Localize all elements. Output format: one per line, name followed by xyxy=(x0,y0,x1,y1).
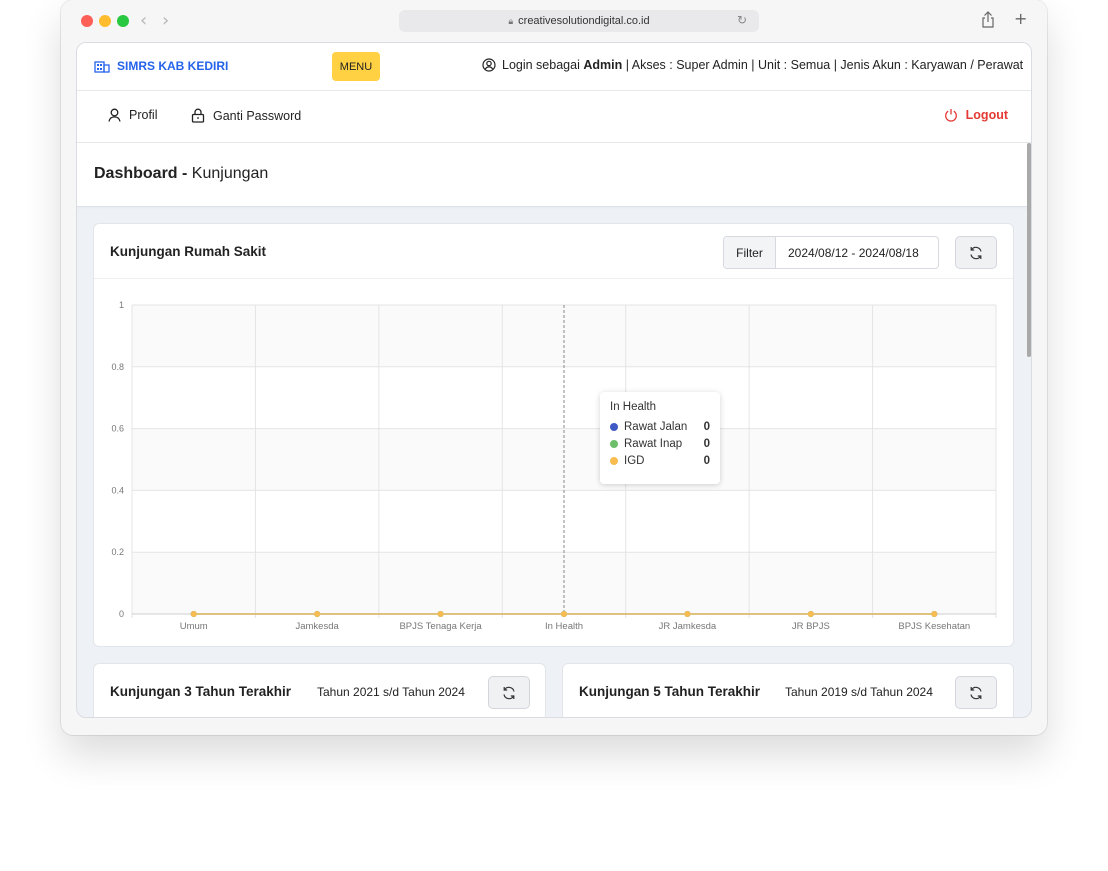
change-password-label: Ganti Password xyxy=(213,108,302,123)
tooltip-series-name: Rawat Jalan xyxy=(624,420,688,433)
series-color-dot xyxy=(610,439,618,448)
filter-button[interactable]: Filter xyxy=(724,237,776,268)
address-bar[interactable]: 🔒︎ creativesolutiondigital.co.id ↻ xyxy=(399,10,759,32)
maximize-window-button[interactable] xyxy=(117,15,129,27)
visits-5-years-card: Kunjungan 5 Tahun Terakhir Tahun 2019 s/… xyxy=(562,663,1014,717)
user-icon xyxy=(108,108,121,122)
back-arrow-icon[interactable]: ‹ xyxy=(140,10,147,31)
y-tick-label: 0 xyxy=(119,609,124,619)
y-tick-label: 0.4 xyxy=(111,485,124,495)
tooltip-row: IGD 0 xyxy=(610,452,710,469)
page-title: Dashboard - Kunjungan xyxy=(94,165,269,182)
y-tick-label: 0.8 xyxy=(111,362,124,372)
tooltip-series-name: IGD xyxy=(624,454,645,467)
data-point xyxy=(807,611,814,617)
refresh-icon xyxy=(503,686,515,699)
data-point xyxy=(931,611,938,617)
profile-label: Profil xyxy=(129,108,158,122)
x-tick-label: Jamkesda xyxy=(295,621,339,632)
logout-label: Logout xyxy=(965,108,1008,122)
browser-window: ‹ › 🔒︎ creativesolutiondigital.co.id ↻ +… xyxy=(61,0,1047,735)
brand-name: SIMRS KAB KEDIRI xyxy=(117,59,229,73)
hospital-visits-card: Kunjungan Rumah Sakit Filter 2024/08/12 … xyxy=(93,223,1014,647)
login-user: Admin xyxy=(583,58,623,72)
year-range: Tahun 2019 s/d Tahun 2024 xyxy=(785,685,933,699)
login-prefix: Login sebagai xyxy=(502,58,580,72)
year-range: Tahun 2021 s/d Tahun 2024 xyxy=(317,685,465,699)
date-filter: Filter 2024/08/12 - 2024/08/18 xyxy=(723,236,939,269)
page-header: Dashboard - Kunjungan xyxy=(77,143,1029,207)
data-point xyxy=(561,611,567,617)
y-tick-label: 1 xyxy=(119,300,124,310)
data-point xyxy=(437,611,444,617)
vertical-scrollbar[interactable] xyxy=(1027,143,1031,357)
top-header: SIMRS KAB KEDIRI MENU Login sebagai Admi… xyxy=(77,43,1031,91)
refresh-icon xyxy=(970,686,982,699)
reload-icon[interactable]: ↻ xyxy=(737,13,747,27)
user-circle-icon xyxy=(482,58,496,72)
login-info: Login sebagai Admin | Akses : Super Admi… xyxy=(482,58,1023,72)
lock-icon: 🔒︎ xyxy=(508,15,514,26)
tooltip-title: In Health xyxy=(610,401,657,413)
x-tick-label: In Health xyxy=(545,621,583,632)
x-tick-label: JR BPJS xyxy=(792,621,830,632)
change-password-link[interactable]: Ganti Password xyxy=(191,108,301,123)
minimize-window-button[interactable] xyxy=(99,15,111,27)
tooltip-series-value: 0 xyxy=(703,420,710,433)
browser-titlebar: ‹ › 🔒︎ creativesolutiondigital.co.id ↻ + xyxy=(61,0,1047,42)
refresh-button[interactable] xyxy=(955,236,997,269)
refresh-button[interactable] xyxy=(488,676,530,709)
card-title: Kunjungan Rumah Sakit xyxy=(110,244,267,259)
tooltip-row: Rawat Inap 0 xyxy=(610,435,710,452)
x-tick-label: Umum xyxy=(180,621,208,632)
close-window-button[interactable] xyxy=(81,15,93,27)
line-chart: 0 0.2 0.4 0.6 0.8 1 Umum Jamkesda BPJS Tenaga Ke… xyxy=(111,300,997,632)
y-tick-label: 0.6 xyxy=(111,424,124,434)
forward-arrow-icon[interactable]: › xyxy=(162,10,169,31)
card-header: Kunjungan Rumah Sakit Filter 2024/08/12 … xyxy=(94,224,1013,279)
power-icon xyxy=(944,109,957,122)
tooltip-row: Rawat Jalan 0 xyxy=(610,418,710,435)
brand[interactable]: SIMRS KAB KEDIRI xyxy=(94,59,228,73)
lock-icon xyxy=(191,108,205,123)
login-details: | Akses : Super Admin | Unit : Semua | J… xyxy=(625,58,1024,72)
data-point xyxy=(190,611,197,617)
share-icon[interactable] xyxy=(981,11,995,32)
card-title: Kunjungan 5 Tahun Terakhir xyxy=(579,684,761,699)
logout-button[interactable]: Logout xyxy=(944,108,1008,122)
visits-chart: 0 0.2 0.4 0.6 0.8 1 Umum Jamkesda BPJS Tenaga Ke… xyxy=(94,280,1015,646)
tooltip-series-value: 0 xyxy=(703,437,710,450)
date-range-input[interactable]: 2024/08/12 - 2024/08/18 xyxy=(776,237,938,268)
card-title: Kunjungan 3 Tahun Terakhir xyxy=(110,684,292,699)
refresh-button[interactable] xyxy=(955,676,997,709)
x-tick-label: JR Jamkesda xyxy=(659,621,717,632)
chart-tooltip: In Health Rawat Jalan 0 Rawat Inap 0 IGD xyxy=(600,392,720,484)
profile-link[interactable]: Profil xyxy=(108,108,157,122)
series-color-dot xyxy=(610,456,618,465)
menu-button[interactable]: MENU xyxy=(332,52,380,81)
hospital-building-icon xyxy=(94,61,110,73)
new-tab-icon[interactable]: + xyxy=(1014,9,1027,28)
url-text: creativesolutiondigital.co.id xyxy=(518,15,650,27)
data-point xyxy=(314,611,321,617)
tooltip-series-value: 0 xyxy=(703,454,710,467)
data-point xyxy=(684,611,691,617)
y-tick-label: 0.2 xyxy=(111,547,124,557)
x-tick-label: BPJS Kesehatan xyxy=(898,621,970,632)
page-viewport: SIMRS KAB KEDIRI MENU Login sebagai Admi… xyxy=(76,42,1032,718)
x-tick-label: BPJS Tenaga Kerja xyxy=(399,621,482,632)
tooltip-series-name: Rawat Inap xyxy=(624,437,683,450)
refresh-icon xyxy=(970,246,982,259)
series-color-dot xyxy=(610,422,618,431)
visits-3-years-card: Kunjungan 3 Tahun Terakhir Tahun 2021 s/… xyxy=(93,663,546,717)
user-nav: Profil Ganti Password Logout xyxy=(77,91,1031,143)
